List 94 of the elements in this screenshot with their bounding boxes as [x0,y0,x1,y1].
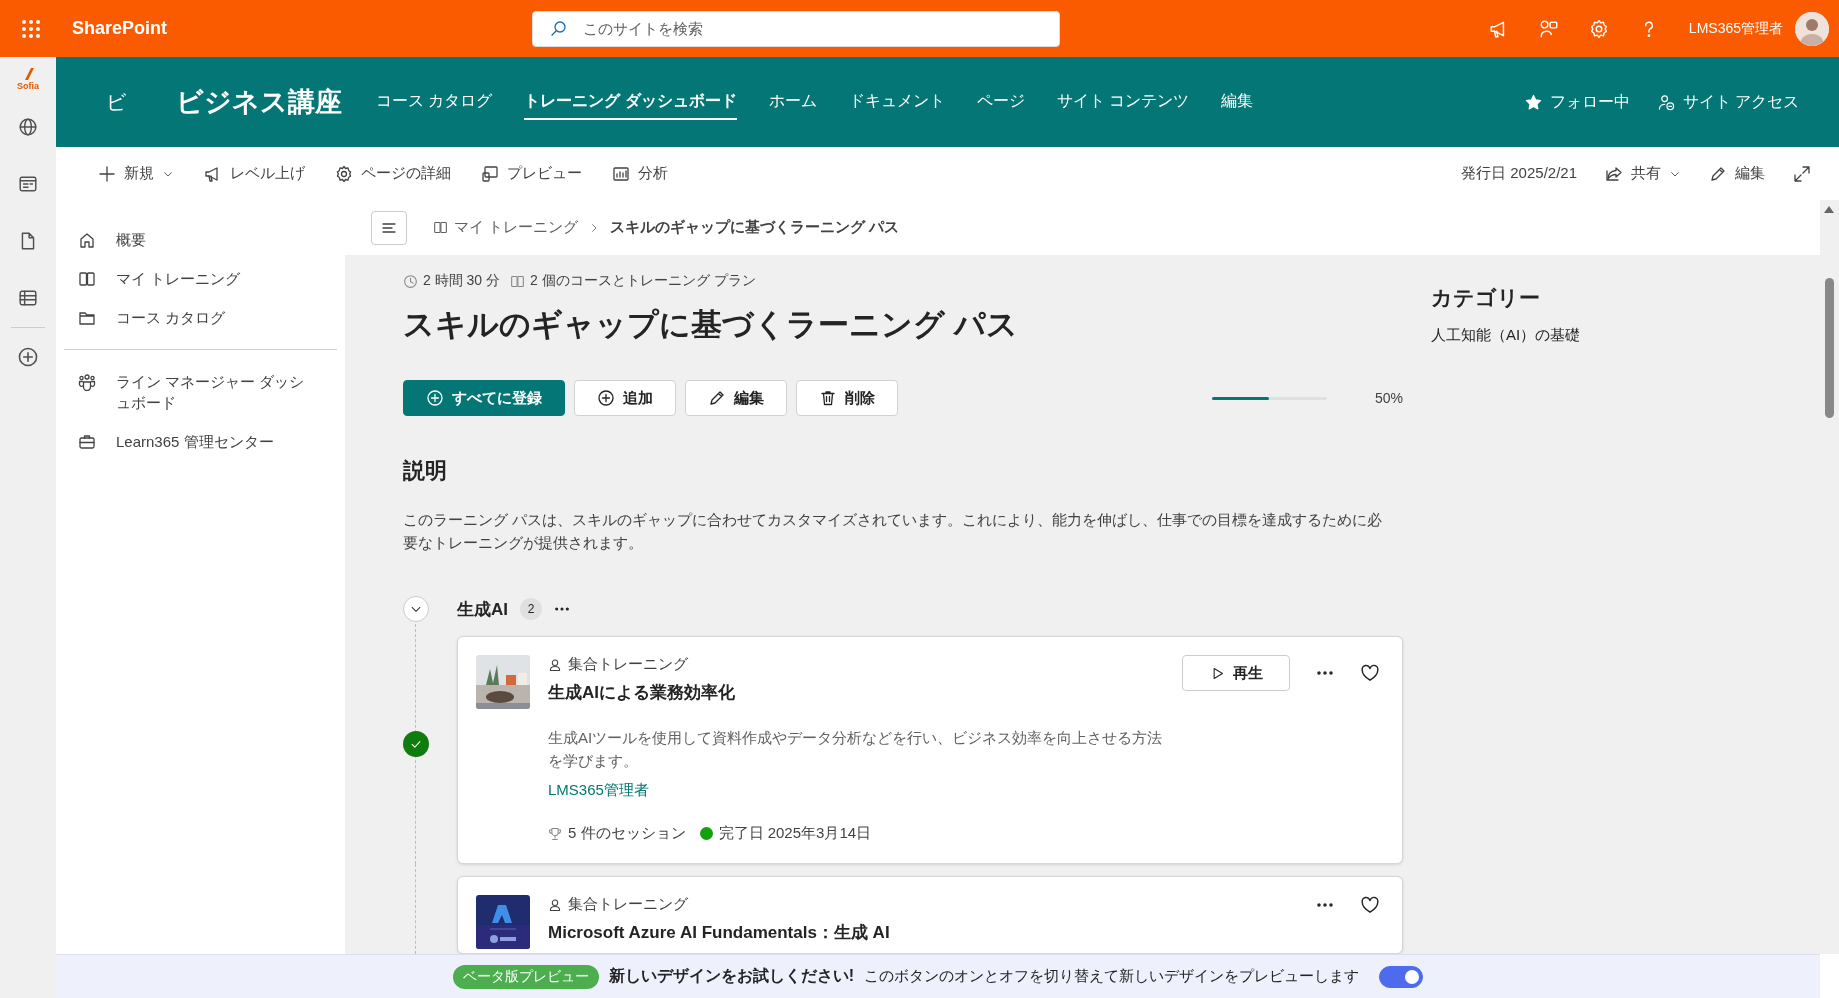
gear-icon [335,164,353,183]
heart-icon[interactable] [1360,663,1380,683]
nav-tab[interactable]: ページ [976,84,1025,120]
category-value: 人工知能（AI）の基礎 [1431,326,1581,345]
search-field[interactable]: このサイトを検索 [532,10,1060,47]
action-button[interactable]: 編集 [685,380,787,416]
add-circle-icon[interactable] [17,346,39,368]
trash-icon [819,389,837,407]
collapse-button[interactable] [403,596,429,622]
course-description: 生成AIツールを使用して資料作成やデータ分析などを行い、ビジネス効率を向上させる方法を学びます。 [548,728,1164,771]
menu-button[interactable] [371,210,407,245]
beta-badge: ベータ版プレビュー [452,964,599,989]
app-name: SharePoint [72,18,169,39]
contents-count: 2 個のコースとトレーニング プラン [530,272,756,290]
command-button[interactable]: プレビュー [481,164,582,183]
nav-tab[interactable]: サイト コンテンツ [1056,84,1190,120]
nav-tab[interactable]: ホーム [768,84,817,120]
banner-text: このボタンのオンとオフを切り替えて新しいデザインをプレビューします [864,967,1360,986]
trophy-icon [548,826,562,841]
edit-button[interactable]: 編集 [1709,164,1765,183]
book-icon [433,220,448,235]
person-icon [548,657,562,672]
banner-headline: 新しいデザインをお試しください! [608,966,855,986]
briefcase-icon [78,433,96,451]
count-badge: 2 [520,598,542,620]
section-heading: 説明 [403,457,448,485]
play-button[interactable]: 再生 [1182,655,1290,691]
duration: 2 時間 30 分 [423,272,501,290]
nav-tab[interactable]: コース カタログ [376,84,493,120]
people-icon[interactable] [1538,18,1559,39]
user-name: LMS365管理者 [1688,19,1783,38]
news-icon[interactable] [18,174,38,194]
breadcrumb-current: スキルのギャップに基づくラーニング パス [610,218,900,237]
home-icon [78,231,96,249]
book-icon [510,273,526,289]
scroll-up-icon[interactable] [1824,206,1834,213]
chart-icon [612,164,630,183]
nav-item[interactable]: Learn365 管理センター [64,422,337,461]
breadcrumb-link[interactable]: マイ トレーニング [433,218,579,237]
action-button[interactable]: 削除 [796,380,898,416]
plus-icon [98,164,116,183]
book-icon [78,270,96,288]
category-heading: カテゴリー [1431,285,1541,311]
nav-tab[interactable]: 編集 [1221,84,1254,120]
search-icon [550,19,568,38]
site-access-button[interactable]: サイト アクセス [1657,91,1799,113]
pencil-icon [708,389,726,407]
action-button[interactable]: 追加 [574,380,676,416]
command-button[interactable]: 分析 [612,164,668,183]
preview-icon [481,164,499,183]
course-title[interactable]: Microsoft Azure AI Fundamentals：生成 AI [548,921,890,944]
published-date: 発行日 2025/2/21 [1461,164,1577,183]
nav-tab[interactable]: ドキュメント [848,84,945,120]
person-icon [548,897,562,912]
heart-icon[interactable] [1360,895,1380,915]
add-circle-icon [597,389,615,407]
globe-icon[interactable] [18,117,38,137]
list-icon[interactable] [18,288,38,308]
course-card[interactable]: 集合トレーニング 生成AIによる業務効率化 再生 生成AIツールを使用して資料作成やデータ分析などを行い、ビジネス効率を向上させる方法を学びます。 LMS365管理者 5 件のセッション 完了日 2025年3月14日 [457,636,1403,864]
star-icon [1524,93,1542,111]
nav-item[interactable]: 概要 [56,220,345,259]
course-type: 集合トレーニング [568,895,688,914]
description-text: このラーニング パスは、スキルのギャップに合わせてカスタマイズされています。これにより、能力を伸ばし、仕事での目標を達成するために必要なトレーニングが提供されます。 [403,510,1384,553]
nav-tab[interactable]: トレーニング ダッシュボード [524,84,737,120]
add-circle-icon [426,389,444,407]
nav-item[interactable]: コース カタログ [56,298,345,337]
folder-icon [78,309,96,327]
author-link[interactable]: LMS365管理者 [548,781,649,800]
progress-reading: 50% [1374,390,1403,406]
share-button[interactable]: 共有 [1605,164,1681,183]
command-button[interactable]: ページの詳細 [335,164,451,183]
enroll-button[interactable]: すべてに登録 [403,380,565,416]
people-icon [78,373,96,391]
command-button[interactable]: 新規 [98,164,174,183]
nav-item[interactable]: ライン マネージャー ダッシュボード [64,362,337,422]
follow-button[interactable]: フォロー中 [1524,91,1630,113]
course-title[interactable]: 生成AIによる業務効率化 [548,681,735,704]
avatar[interactable] [1795,11,1829,46]
person-icon [1657,93,1675,111]
command-button[interactable]: レベル上げ [204,164,305,183]
session-count: 5 件のセッション [568,824,686,843]
settings-icon[interactable] [1588,18,1609,39]
scrollbar-thumb[interactable] [1825,278,1834,418]
site-initial: ビ [106,89,127,115]
nav-item[interactable]: マイ トレーニング [56,259,345,298]
course-type: 集合トレーニング [568,655,688,674]
course-card[interactable]: 集合トレーニング Microsoft Azure AI Fundamentals：生成 AI [457,876,1403,954]
expand-icon[interactable] [1793,164,1811,183]
site-title[interactable]: ビジネス講座 [176,84,342,120]
page-title: スキルのギャップに基づくラーニング パス [403,306,1019,344]
toggle-switch[interactable] [1379,965,1424,988]
clock-icon [403,273,418,289]
completion-date: 完了日 2025年3月14日 [718,824,872,843]
group-title: 生成AI [457,598,508,621]
